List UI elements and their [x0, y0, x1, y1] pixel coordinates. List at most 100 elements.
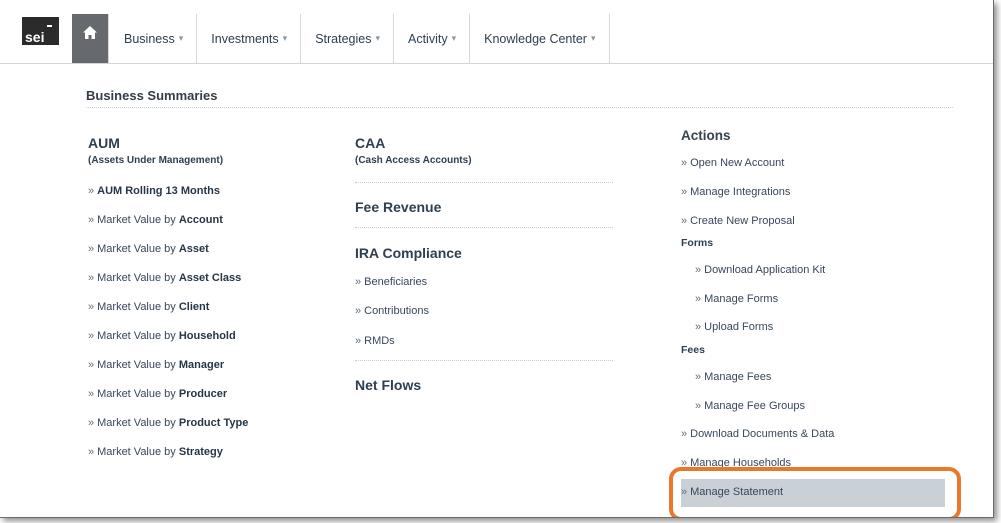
chevron-down-icon: ▾ — [451, 33, 457, 43]
market-value-prefix: Market Value by — [97, 388, 176, 400]
market-value-prefix: Market Value by — [97, 301, 176, 313]
ira-beneficiaries-label: Beneficiaries — [364, 276, 428, 288]
chevron-right-icon: » — [695, 400, 702, 412]
create-new-proposal-link[interactable]: » Create New Proposal — [681, 214, 795, 228]
home-button[interactable] — [72, 14, 108, 63]
chevron-right-icon: » — [681, 157, 688, 169]
nav-activity-label: Activity — [408, 31, 448, 46]
ira-contributions-link[interactable]: » Contributions — [355, 304, 429, 318]
chevron-right-icon: » — [681, 486, 688, 498]
market-value-prefix: Market Value by — [97, 359, 176, 371]
section-title: Business Summaries — [86, 88, 218, 103]
chevron-down-icon: ▾ — [375, 33, 380, 43]
nav-strategies[interactable]: Strategies ▾ — [301, 14, 394, 63]
chevron-right-icon: » — [88, 388, 95, 400]
actions-title: Actions — [681, 128, 731, 143]
market-value-prefix: Market Value by — [97, 330, 176, 342]
manage-fee-groups-link[interactable]: » Manage Fee Groups — [695, 399, 805, 413]
market-value-dimension: Client — [178, 301, 210, 313]
market-value-manager-link[interactable]: » Market Value by Manager — [88, 358, 224, 372]
market-value-dimension: Asset Class — [178, 272, 242, 284]
market-value-dimension: Asset — [178, 243, 209, 255]
ira-rmds-label: RMDs — [364, 335, 395, 347]
divider — [355, 227, 613, 228]
download-documents-link[interactable]: » Download Documents & Data — [681, 427, 834, 441]
chevron-right-icon: » — [88, 359, 95, 371]
chevron-right-icon: » — [695, 371, 702, 383]
nav-knowledge-center[interactable]: Knowledge Center ▾ — [470, 14, 610, 63]
market-value-household-link[interactable]: » Market Value by Household — [88, 329, 236, 343]
aum-rolling-label: AUM Rolling 13 Months — [97, 185, 220, 197]
market-value-producer-link[interactable]: » Market Value by Producer — [88, 387, 227, 401]
manage-fees-label: Manage Fees — [704, 371, 772, 383]
market-value-dimension: Account — [178, 214, 223, 226]
manage-households-link[interactable]: » Manage Households — [681, 456, 791, 470]
market-value-account-link[interactable]: » Market Value by Account — [88, 213, 223, 227]
manage-integrations-link[interactable]: » Manage Integrations — [681, 185, 790, 199]
logo-text: sei — [25, 29, 45, 45]
market-value-asset-class-link[interactable]: » Market Value by Asset Class — [88, 271, 241, 285]
download-application-kit-label: Download Application Kit — [704, 264, 826, 276]
chevron-down-icon: ▾ — [282, 33, 288, 43]
fees-heading: Fees — [681, 344, 705, 356]
market-value-prefix: Market Value by — [97, 243, 176, 255]
chevron-right-icon: » — [681, 186, 688, 198]
divider — [355, 360, 613, 361]
chevron-right-icon: » — [88, 214, 95, 226]
chevron-right-icon: » — [695, 321, 702, 333]
nav-investments[interactable]: Investments ▾ — [197, 14, 302, 63]
net-flows-link[interactable]: Net Flows — [355, 377, 421, 393]
manage-fees-link[interactable]: » Manage Fees — [695, 370, 771, 384]
aum-rolling-link[interactable]: » AUM Rolling 13 Months — [88, 184, 220, 198]
home-icon — [83, 26, 97, 39]
aum-subtitle: (Assets Under Management) — [88, 155, 224, 166]
chevron-down-icon: ▾ — [590, 33, 596, 43]
sei-logo[interactable]: sei — [22, 17, 59, 45]
divider — [355, 182, 613, 183]
open-new-account-link[interactable]: » Open New Account — [681, 156, 784, 170]
manage-statement-label: Manage Statement — [690, 486, 784, 498]
ira-compliance-title[interactable]: IRA Compliance — [355, 245, 462, 261]
manage-fee-groups-label: Manage Fee Groups — [704, 400, 806, 412]
market-value-dimension: Strategy — [178, 446, 223, 458]
ira-beneficiaries-link[interactable]: » Beneficiaries — [355, 275, 427, 289]
chevron-down-icon: ▾ — [178, 33, 184, 43]
fee-revenue-link[interactable]: Fee Revenue — [355, 199, 441, 215]
market-value-prefix: Market Value by — [97, 417, 176, 429]
nav-activity[interactable]: Activity ▾ — [394, 14, 471, 63]
chevron-right-icon: » — [681, 457, 688, 469]
ira-rmds-link[interactable]: » RMDs — [355, 334, 395, 348]
market-value-asset-link[interactable]: » Market Value by Asset — [88, 242, 209, 256]
market-value-dimension: Producer — [178, 388, 228, 400]
download-application-kit-link[interactable]: » Download Application Kit — [695, 263, 825, 277]
nav-knowledge-center-label: Knowledge Center — [484, 31, 587, 46]
upload-forms-link[interactable]: » Upload Forms — [695, 320, 773, 334]
manage-forms-link[interactable]: » Manage Forms — [695, 292, 778, 306]
app-frame: sei Business ▾ Investments ▾ Strategies … — [0, 0, 994, 518]
market-value-dimension: Manager — [178, 359, 225, 371]
chevron-right-icon: » — [88, 272, 95, 284]
aum-title[interactable]: AUM — [88, 135, 120, 151]
chevron-right-icon: » — [355, 305, 362, 317]
market-value-strategy-link[interactable]: » Market Value by Strategy — [88, 445, 223, 459]
market-value-product-type-link[interactable]: » Market Value by Product Type — [88, 416, 248, 430]
logo-dot — [47, 25, 52, 27]
upload-forms-label: Upload Forms — [704, 321, 774, 333]
caa-subtitle: (Cash Access Accounts) — [355, 155, 472, 166]
download-documents-label: Download Documents & Data — [690, 428, 835, 440]
manage-forms-label: Manage Forms — [704, 293, 779, 305]
chevron-right-icon: » — [88, 330, 95, 342]
chevron-right-icon: » — [681, 215, 688, 227]
nav-business[interactable]: Business ▾ — [108, 14, 198, 63]
market-value-dimension: Household — [178, 330, 236, 342]
manage-households-label: Manage Households — [690, 457, 792, 469]
chevron-right-icon: » — [355, 335, 362, 347]
chevron-right-icon: » — [355, 276, 362, 288]
ira-contributions-label: Contributions — [364, 305, 429, 317]
manage-statement-link[interactable]: » Manage Statement — [681, 485, 783, 499]
chevron-right-icon: » — [88, 243, 95, 255]
caa-title[interactable]: CAA — [355, 135, 385, 151]
market-value-prefix: Market Value by — [97, 214, 176, 226]
market-value-dimension: Product Type — [178, 417, 249, 429]
market-value-client-link[interactable]: » Market Value by Client — [88, 300, 209, 314]
